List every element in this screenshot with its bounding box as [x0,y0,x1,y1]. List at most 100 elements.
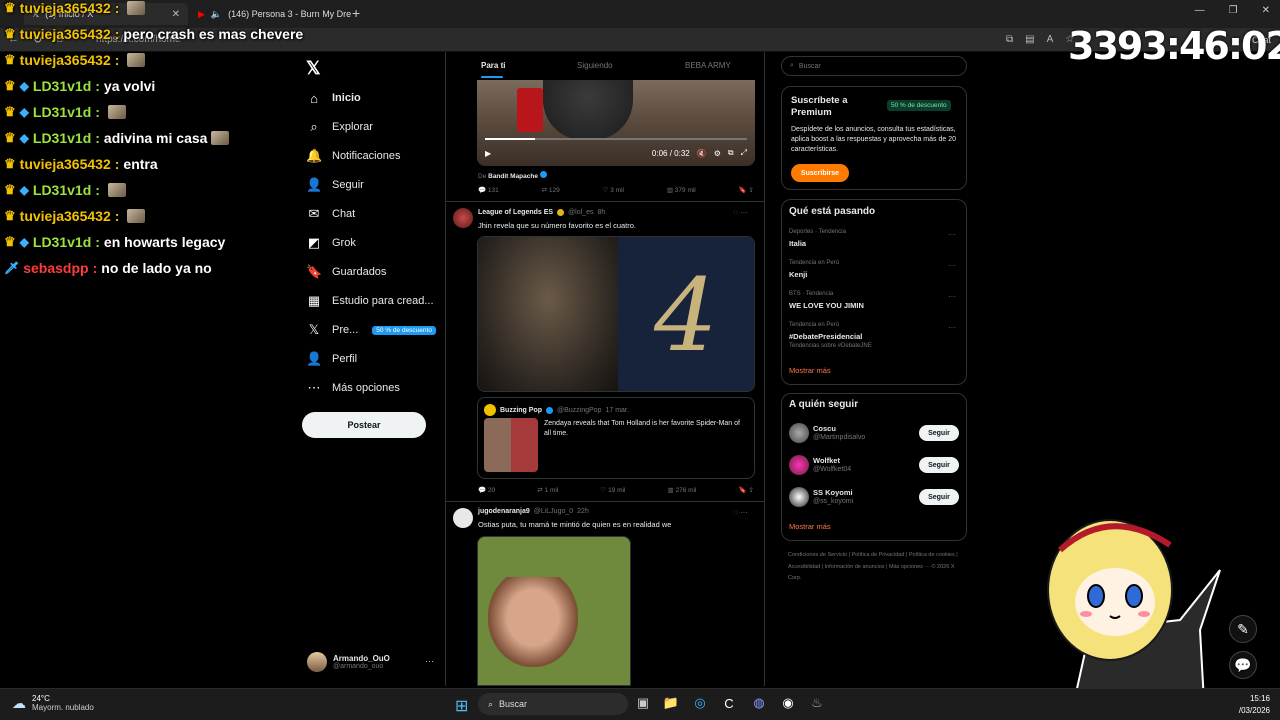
verified-icon [539,171,547,178]
windows-start-icon[interactable]: ⊞ [455,696,468,716]
split-icon[interactable]: ▤ [1025,34,1034,45]
mute-icon[interactable]: 🔇 [697,149,707,158]
follow-name[interactable]: Wolfket [813,456,840,465]
sidebar-item-seguir[interactable]: 👤 Seguir [306,174,364,196]
reply-button[interactable]: 💬 131 [478,186,499,194]
chat-bubble-icon[interactable]: 💬 [1229,651,1257,679]
close-window-icon[interactable]: ✕ [1262,5,1270,16]
chat-separator: : [92,260,98,276]
repost-button[interactable]: ⇄ 1 mil [537,486,558,494]
more-icon[interactable]: ··· [948,230,956,239]
more-icon[interactable]: ··· [948,292,956,301]
sidebar-item-chat[interactable]: ✉ Chat [306,203,356,225]
taskbar-search[interactable]: ⌕ Buscar [478,693,628,715]
sidebar-item-estudio-para-cread[interactable]: ▦ Estudio para cread... [306,290,434,312]
avatar[interactable] [789,487,809,507]
account-switcher[interactable]: Armando_OuO @armando_ouo [307,652,390,672]
diamond-icon: ◆ [19,183,29,197]
tab-siguiendo[interactable]: Siguiendo [577,61,613,70]
task-view-icon[interactable]: ▣ [634,694,652,712]
x-logo-icon[interactable]: 𝕏 [306,58,321,79]
footer-links[interactable]: Condiciones de Servicio | Política de Pr… [788,550,968,585]
grok-icon[interactable]: ◌ ··· [733,508,748,517]
bookmark-icon[interactable]: 🔖 ⇪ [739,486,754,494]
sidebar-item-pre[interactable]: 𝕏 Pre... 50 % de descuento [306,319,436,341]
subscribe-button[interactable]: Suscribirse [791,164,849,182]
like-button[interactable]: ♡ 3 mil [603,186,624,194]
edge-icon[interactable]: ◎ [691,694,709,712]
play-icon[interactable]: ▶ [485,149,491,158]
premium-title: Suscríbete a Premium [791,95,848,119]
steam-icon[interactable]: ♨ [808,694,826,712]
maximize-icon[interactable]: ❐ [1229,5,1238,16]
sidebar-item-grok[interactable]: ◩ Grok [306,232,356,254]
sidebar-item-notificaciones[interactable]: 🔔 Notificaciones [306,145,400,167]
follow-button[interactable]: Seguir [919,489,959,505]
sidebar-item-más-opciones[interactable]: ⋯ Más opciones [306,377,400,399]
show-more-link[interactable]: Mostrar más [789,522,831,531]
trend-title[interactable]: Kenji [789,270,807,279]
reply-count: 131 [487,187,499,194]
minimize-icon[interactable]: — [1195,5,1205,16]
follow-button[interactable]: Seguir [919,457,959,473]
clock-date: /03/2026 [1238,706,1270,715]
tab-youtube[interactable]: ▶ 🔈 (146) Persona 3 - Burn My Dre ✕ [190,3,352,25]
extensions-icon[interactable]: ⧉ [1006,34,1013,45]
video-player[interactable]: ▶ 0:06 / 0:32 🔇 ⚙ ⧉ ⤢ [477,80,755,166]
tweet-video[interactable] [477,536,631,686]
follow-name[interactable]: Coscu [813,424,836,433]
sidebar-item-guardados[interactable]: 🔖 Guardados [306,261,386,283]
chat-message: ♛ ◆ LD31v1d: en howarts legacy [4,234,225,250]
trend-title[interactable]: #DebatePresidencial [789,332,862,341]
avatar[interactable] [453,208,473,228]
tweet-image[interactable]: 4 [477,236,755,392]
fullscreen-icon[interactable]: ⤢ [741,148,747,158]
trend-title[interactable]: WE LOVE YOU JIMIN [789,301,864,310]
more-icon[interactable]: ··· [948,261,956,270]
new-tab-button[interactable]: + [352,5,360,21]
weather-widget[interactable]: ☁ 24°C Mayorm. nublado [12,694,94,712]
like-button[interactable]: ♡ 19 mil [600,486,625,494]
grok-icon[interactable]: ◌ ··· [733,208,748,217]
more-icon[interactable]: ··· [425,656,434,666]
settings-icon[interactable]: ⚙ [714,149,721,158]
avatar[interactable] [789,423,809,443]
close-icon[interactable]: ✕ [172,9,180,20]
quote-author: Buzzing Pop [500,406,542,414]
taskbar-clock[interactable]: 15:16 /03/2026 [1230,693,1270,717]
sidebar-item-perfil[interactable]: 👤 Perfil [306,348,357,370]
avatar[interactable] [789,455,809,475]
app-icon[interactable]: C [720,694,738,712]
reply-button[interactable]: 💬 20 [478,486,495,494]
sidebar-item-inicio[interactable]: ⌂ Inicio [306,87,361,109]
avatar[interactable] [453,508,473,528]
tweet-author[interactable]: jugodenaranja9 [478,508,530,515]
post-button[interactable]: Postear [302,412,426,438]
search-input[interactable]: ⌕ Buscar [781,56,967,76]
video-progress-fill [485,138,535,140]
sidebar-item-label: Explorar [332,121,373,133]
show-more-link[interactable]: Mostrar más [789,366,831,375]
follow-name[interactable]: SS Koyomi [813,488,853,497]
follow-button[interactable]: Seguir [919,425,959,441]
sidebar-item-explorar[interactable]: ⌕ Explorar [306,116,373,138]
video-frame-bottle [517,88,543,132]
app-icon[interactable]: ◉ [779,694,797,712]
bookmark-icon[interactable]: 🔖 ⇪ [739,186,754,194]
tab-beba-army[interactable]: BEBA ARMY [685,61,731,70]
discord-icon[interactable]: ◍ [750,694,768,712]
views-button[interactable]: ▥ 276 mil [668,486,697,494]
read-aloud-icon[interactable]: A [1047,34,1054,45]
views-button[interactable]: ▥ 379 mil [667,186,696,194]
tab-para-ti[interactable]: Para ti [481,61,505,70]
repost-button[interactable]: ⇄ 129 [542,186,560,194]
file-explorer-icon[interactable]: 📁 [662,694,680,712]
credit-name[interactable]: Bandit Mapache [488,173,538,180]
more-icon[interactable]: ··· [948,323,956,332]
pip-icon[interactable]: ⧉ [728,148,734,158]
tweet-actions: 💬 20 ⇄ 1 mil ♡ 19 mil ▥ 276 mil 🔖 ⇪ [478,486,754,494]
compose-chat-icon[interactable]: ✎ [1229,615,1257,643]
tweet-author[interactable]: League of Legends ES [478,209,553,216]
trend-title[interactable]: Italia [789,239,806,248]
chat-text: pero crash es mas chevere [123,26,304,42]
